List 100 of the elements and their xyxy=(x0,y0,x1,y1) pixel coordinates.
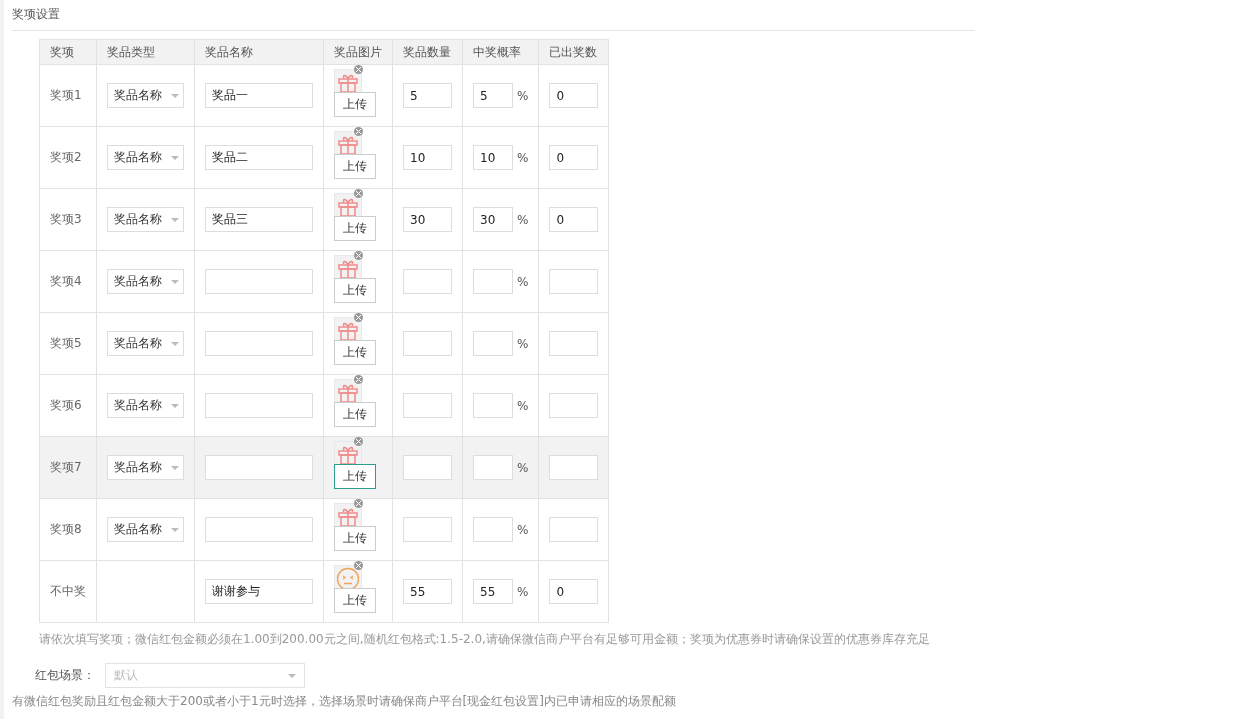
upload-button[interactable]: 上传 xyxy=(334,91,376,117)
table-note: 请依次填写奖项；微信红包金额必须在1.00到200.00元之间,随机红包格式:1.5-2.0,请确保微信商户平台有足够可用金额；奖项为优惠券时请确保设置的优惠券库存充足 xyxy=(39,631,931,648)
probability-field[interactable] xyxy=(473,331,513,356)
percent-sign: % xyxy=(517,88,529,103)
close-icon[interactable] xyxy=(354,498,363,508)
probability-field[interactable] xyxy=(473,455,513,480)
scene-note: 有微信红包奖励且红包金额大于200或者小于1元时选择，选择场景时请确保商户平台[现金红包设置]内已申请相应的场景配额 xyxy=(12,693,677,710)
type-value: 奖品名称 xyxy=(114,211,162,228)
probability-field[interactable]: 10 xyxy=(473,145,513,170)
quantity-field[interactable]: 5 xyxy=(403,83,452,108)
caret-icon xyxy=(171,527,179,532)
caret-icon xyxy=(171,93,179,98)
prize-label: 奖项3 xyxy=(39,188,97,251)
probability-field[interactable]: 5 xyxy=(473,83,513,108)
issued-field[interactable]: 0 xyxy=(549,83,599,108)
type-value: 奖品名称 xyxy=(114,335,162,352)
probability-field[interactable] xyxy=(473,269,513,294)
quantity-field[interactable] xyxy=(403,269,452,294)
close-icon[interactable] xyxy=(354,374,363,384)
quantity-field[interactable] xyxy=(403,517,452,542)
quantity-field[interactable]: 30 xyxy=(403,207,452,232)
type-select[interactable]: 奖品名称 xyxy=(107,83,184,108)
prize-label: 奖项2 xyxy=(39,126,97,189)
percent-sign: % xyxy=(517,150,529,165)
percent-sign: % xyxy=(517,460,529,475)
quantity-field[interactable]: 10 xyxy=(403,145,452,170)
quantity-field[interactable] xyxy=(403,455,452,480)
name-field[interactable]: 谢谢参与 xyxy=(205,579,313,604)
quantity-field[interactable]: 55 xyxy=(403,579,452,604)
name-field[interactable]: 奖品三 xyxy=(205,207,313,232)
column-header: 已出奖数 xyxy=(538,39,609,65)
name-field[interactable] xyxy=(205,455,313,480)
section-title: 奖项设置 xyxy=(12,6,975,31)
issued-field[interactable] xyxy=(549,517,599,542)
caret-icon xyxy=(171,155,179,160)
type-select[interactable]: 奖品名称 xyxy=(107,455,184,480)
prize-label: 奖项1 xyxy=(39,64,97,127)
type-select[interactable]: 奖品名称 xyxy=(107,269,184,294)
issued-field[interactable] xyxy=(549,269,599,294)
name-field[interactable]: 奖品一 xyxy=(205,83,313,108)
upload-button[interactable]: 上传 xyxy=(334,153,376,179)
prize-label: 奖项4 xyxy=(39,250,97,313)
percent-sign: % xyxy=(517,584,529,599)
type-value: 奖品名称 xyxy=(114,521,162,538)
column-header: 奖项 xyxy=(39,39,97,65)
name-field[interactable] xyxy=(205,517,313,542)
close-icon[interactable] xyxy=(354,250,363,260)
column-header: 奖品数量 xyxy=(392,39,463,65)
prize-label: 奖项8 xyxy=(39,498,97,561)
issued-field[interactable]: 0 xyxy=(549,579,599,604)
column-header: 中奖概率 xyxy=(462,39,539,65)
upload-button[interactable]: 上传 xyxy=(334,215,376,241)
issued-field[interactable]: 0 xyxy=(549,145,599,170)
percent-sign: % xyxy=(517,336,529,351)
close-icon[interactable] xyxy=(354,126,363,136)
percent-sign: % xyxy=(517,274,529,289)
name-field[interactable] xyxy=(205,331,313,356)
upload-button[interactable]: 上传 xyxy=(334,587,376,613)
type-select[interactable]: 奖品名称 xyxy=(107,207,184,232)
issued-field[interactable]: 0 xyxy=(549,207,599,232)
caret-icon xyxy=(288,673,296,678)
probability-field[interactable] xyxy=(473,393,513,418)
upload-button[interactable]: 上传 xyxy=(334,401,376,427)
type-value: 奖品名称 xyxy=(114,459,162,476)
percent-sign: % xyxy=(517,522,529,537)
type-select[interactable]: 奖品名称 xyxy=(107,517,184,542)
issued-field[interactable] xyxy=(549,455,599,480)
issued-field[interactable] xyxy=(549,393,599,418)
upload-button[interactable]: 上传 xyxy=(334,339,376,365)
type-value: 奖品名称 xyxy=(114,149,162,166)
quantity-field[interactable] xyxy=(403,393,452,418)
caret-icon xyxy=(171,403,179,408)
issued-field[interactable] xyxy=(549,331,599,356)
probability-field[interactable] xyxy=(473,517,513,542)
scene-placeholder: 默认 xyxy=(114,667,138,684)
prize-label: 奖项6 xyxy=(39,374,97,437)
percent-sign: % xyxy=(517,212,529,227)
upload-button[interactable]: 上传 xyxy=(334,463,376,489)
name-field[interactable] xyxy=(205,393,313,418)
type-select[interactable]: 奖品名称 xyxy=(107,331,184,356)
upload-button[interactable]: 上传 xyxy=(334,525,376,551)
close-icon[interactable] xyxy=(354,560,363,570)
caret-icon xyxy=(171,279,179,284)
quantity-field[interactable] xyxy=(403,331,452,356)
type-value: 奖品名称 xyxy=(114,397,162,414)
prize-label: 奖项7 xyxy=(39,436,97,499)
upload-button[interactable]: 上传 xyxy=(334,277,376,303)
probability-field[interactable]: 30 xyxy=(473,207,513,232)
close-icon[interactable] xyxy=(354,436,363,446)
scene-label: 红包场景： xyxy=(35,667,96,684)
name-field[interactable] xyxy=(205,269,313,294)
close-icon[interactable] xyxy=(354,312,363,322)
percent-sign: % xyxy=(517,398,529,413)
caret-icon xyxy=(171,465,179,470)
type-select[interactable]: 奖品名称 xyxy=(107,145,184,170)
close-icon[interactable] xyxy=(354,188,363,198)
name-field[interactable]: 奖品二 xyxy=(205,145,313,170)
close-icon[interactable] xyxy=(354,64,363,74)
type-select[interactable]: 奖品名称 xyxy=(107,393,184,418)
probability-field[interactable]: 55 xyxy=(473,579,513,604)
